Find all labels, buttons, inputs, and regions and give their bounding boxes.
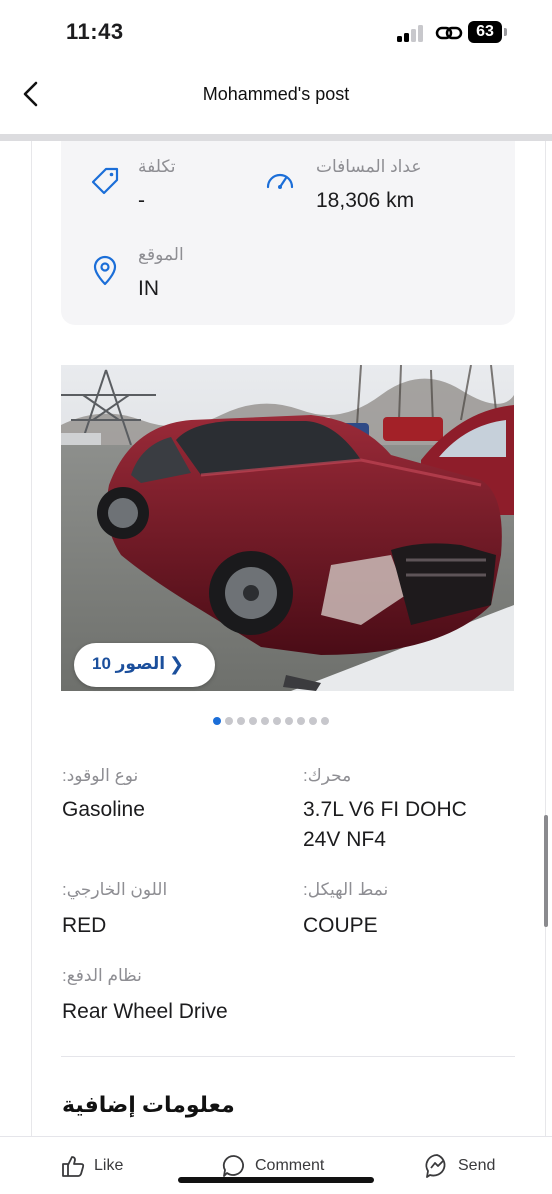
pagination-dot[interactable] — [261, 717, 269, 725]
pagination-dot[interactable] — [321, 717, 329, 725]
mileage-label: عداد المسافات — [316, 157, 422, 176]
comment-label: Comment — [255, 1157, 325, 1174]
location-pin-icon — [93, 255, 117, 286]
cost-value: - — [138, 189, 145, 212]
pagination-dot[interactable] — [249, 717, 257, 725]
exterior-color-value: RED — [62, 914, 107, 937]
mileage-value: 18,306 km — [316, 189, 415, 212]
pagination-dot[interactable] — [297, 717, 305, 725]
nav-header: Mohammed's post — [0, 62, 552, 134]
gallery-pagination[interactable] — [213, 717, 329, 727]
pagination-dot[interactable] — [237, 717, 245, 725]
pagination-dot[interactable] — [285, 717, 293, 725]
battery-indicator: 63 — [468, 21, 502, 43]
pagination-dot-active[interactable] — [213, 717, 221, 725]
listing-info-box: تكلفة - عداد المسافات 18,306 km الموقع I… — [61, 141, 515, 325]
fuel-type-value: Gasoline — [62, 798, 145, 821]
pagination-dot[interactable] — [309, 717, 317, 725]
fuel-type-label: :نوع الوقود — [62, 766, 139, 785]
like-icon — [62, 1156, 85, 1177]
drivetrain-label: :نظام الدفع — [62, 966, 142, 985]
like-label: Like — [94, 1157, 124, 1174]
battery-tip — [504, 28, 507, 36]
send-label: Send — [458, 1157, 496, 1174]
send-button[interactable]: Send — [424, 1151, 495, 1181]
cost-label: تكلفة — [138, 157, 176, 176]
home-indicator — [178, 1177, 374, 1183]
location-label: الموقع — [138, 245, 184, 264]
photos-count-button[interactable]: ❯ الصور 10 — [74, 643, 215, 687]
post-action-bar: Like Comment Send — [0, 1136, 552, 1194]
comment-icon — [222, 1155, 244, 1177]
pagination-dot[interactable] — [273, 717, 281, 725]
photos-count-label: الصور 10 — [92, 654, 166, 673]
speedometer-icon — [266, 173, 294, 189]
section-divider — [61, 1056, 515, 1057]
body-style-label: :نمط الهيكل — [303, 880, 389, 899]
header-divider — [0, 134, 552, 141]
chevron-right-icon: ❯ — [169, 654, 185, 674]
scrollbar[interactable] — [544, 815, 548, 927]
engine-label: :محرك — [303, 766, 352, 785]
tag-icon — [91, 167, 119, 195]
status-bar: 11:43 63 — [0, 0, 552, 62]
link-icon — [435, 26, 463, 40]
body-style-value: COUPE — [303, 914, 378, 937]
card-border-left — [31, 141, 32, 1136]
engine-value-line2: 24V NF4 — [303, 828, 386, 851]
status-time: 11:43 — [66, 19, 124, 44]
drivetrain-value: Rear Wheel Drive — [62, 1000, 228, 1023]
send-icon — [425, 1154, 446, 1178]
engine-value-line1: 3.7L V6 FI DOHC — [303, 798, 467, 821]
location-value: IN — [138, 277, 159, 300]
pagination-dot[interactable] — [225, 717, 233, 725]
cellular-signal-icon — [397, 24, 427, 42]
card-border-right — [545, 141, 546, 1136]
exterior-color-label: :اللون الخارجي — [62, 880, 168, 899]
additional-info-heading: معلومات إضافية — [62, 1092, 235, 1117]
page-title: Mohammed's post — [202, 84, 350, 104]
like-button[interactable]: Like — [60, 1151, 123, 1181]
